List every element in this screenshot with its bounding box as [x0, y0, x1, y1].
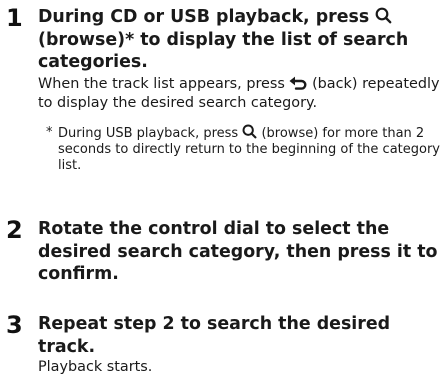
step-content: During CD or USB playback, press (browse… [38, 6, 442, 174]
heading-text-end: (browse)* to display the list of search … [38, 29, 409, 73]
step-heading: Rotate the control dial to select the de… [38, 219, 438, 284]
step-heading: Repeat step 2 to search the desired trac… [38, 314, 391, 357]
step-number: 2 [6, 216, 23, 244]
step-body: Playback starts. [38, 359, 153, 375]
back-icon [289, 76, 307, 90]
step-content: Rotate the control dial to select the de… [38, 218, 442, 286]
step-number: 3 [6, 311, 23, 339]
step-content: Repeat step 2 to search the desired trac… [38, 313, 442, 378]
footnote: * During USB playback, press (browse) fo… [38, 124, 442, 174]
browse-icon [375, 7, 392, 24]
heading-text-start: During CD or USB playback, press [38, 7, 370, 27]
footnote-text-start: During USB playback, press [58, 125, 239, 141]
instruction-page: 1 During CD or USB playback, press (brow… [0, 0, 446, 382]
browse-icon [242, 124, 257, 139]
footnote-marker: * [46, 124, 53, 140]
step-heading: During CD or USB playback, press (browse… [38, 6, 442, 74]
step-body: When the track list appears, press (back… [38, 75, 442, 114]
body-text-start: When the track list appears, press [38, 75, 285, 92]
step-number: 1 [6, 4, 23, 32]
